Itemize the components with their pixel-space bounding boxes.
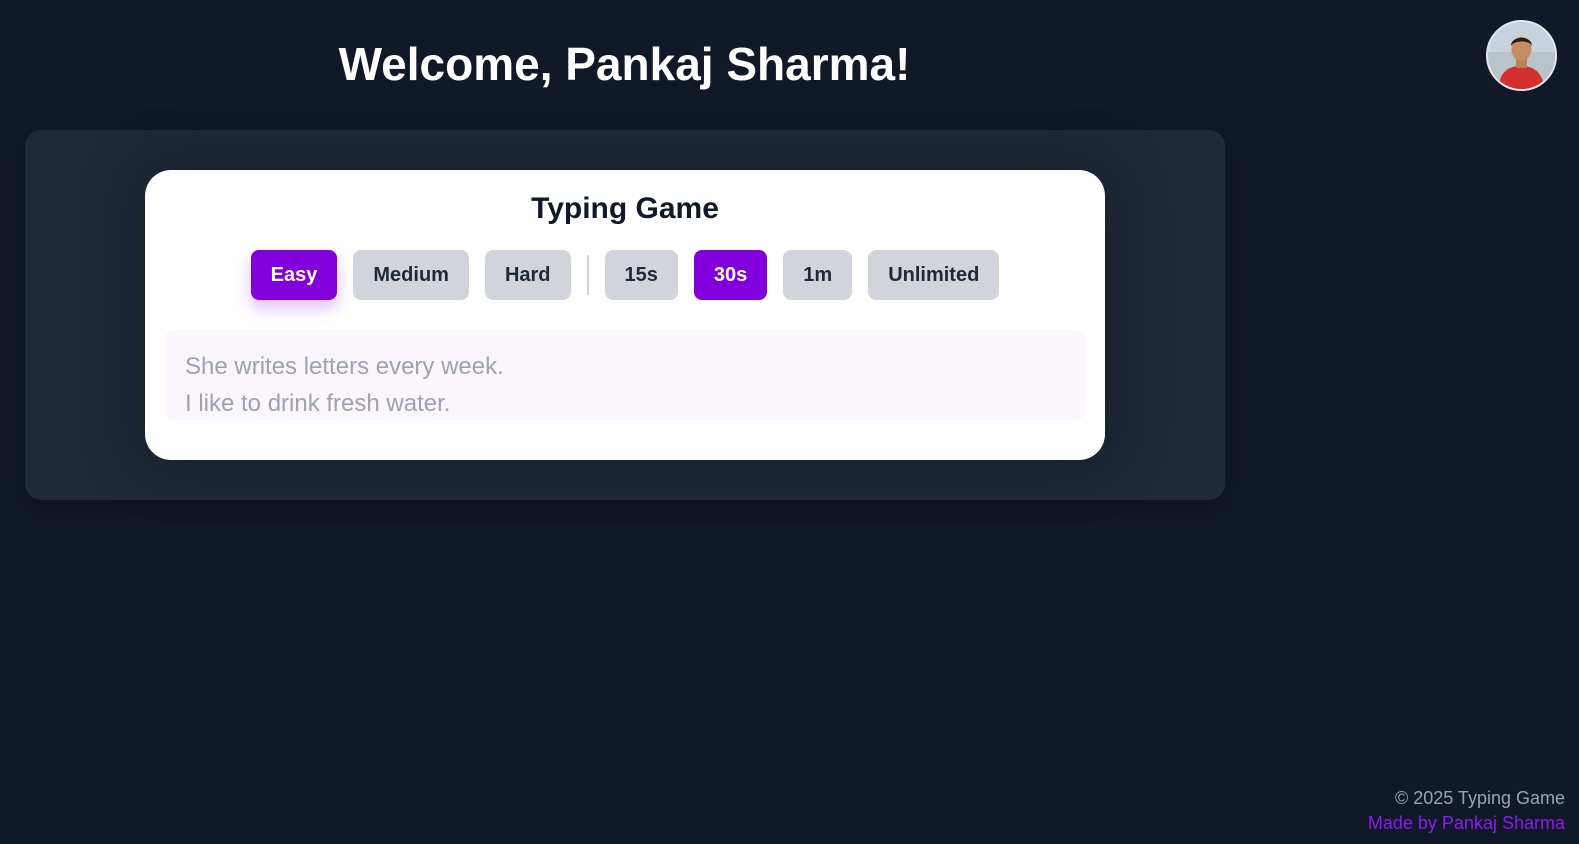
- duration-30s-button[interactable]: 30s: [693, 250, 768, 300]
- game-card: Typing Game Easy Medium Hard 15s 30s 1m …: [145, 170, 1105, 460]
- made-by-link[interactable]: Made by Pankaj Sharma: [1368, 811, 1565, 836]
- duration-unlimited-button[interactable]: Unlimited: [868, 250, 1000, 300]
- game-panel: Typing Game Easy Medium Hard 15s 30s 1m …: [25, 130, 1225, 500]
- footer: © 2025 Typing Game Made by Pankaj Sharma: [1368, 786, 1565, 836]
- copyright-text: © 2025 Typing Game: [1394, 788, 1565, 808]
- typing-text-area[interactable]: She writes letters every week. I like to…: [165, 330, 1085, 420]
- typing-text-line: She writes letters every week.: [185, 353, 504, 380]
- typing-text-line: I like to drink fresh water.: [185, 390, 451, 417]
- game-title: Typing Game: [531, 192, 719, 225]
- controls-divider: [586, 255, 589, 295]
- welcome-heading: Welcome, Pankaj Sharma!: [338, 38, 911, 90]
- difficulty-medium-button[interactable]: Medium: [353, 250, 469, 300]
- game-controls: Easy Medium Hard 15s 30s 1m Unlimited: [145, 250, 1105, 300]
- duration-1m-button[interactable]: 1m: [783, 250, 853, 300]
- difficulty-hard-button[interactable]: Hard: [484, 250, 571, 300]
- user-avatar[interactable]: [1486, 20, 1557, 91]
- page: Welcome, Pankaj Sharma! Typing Game Easy…: [0, 0, 1579, 844]
- avatar-photo-icon: [1488, 22, 1555, 89]
- duration-15s-button[interactable]: 15s: [604, 250, 678, 300]
- difficulty-easy-button[interactable]: Easy: [250, 250, 338, 300]
